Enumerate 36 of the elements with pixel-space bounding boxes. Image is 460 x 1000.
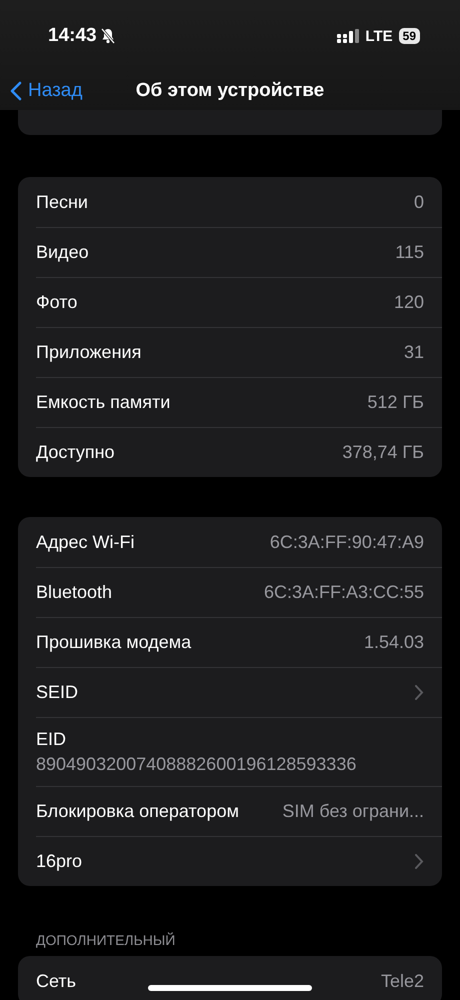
- row-label: Сеть: [36, 970, 76, 992]
- row-label: Доступно: [36, 442, 115, 463]
- section-header: ДОПОЛНИТЕЛЬНЫЙ: [35, 932, 176, 948]
- row-label: Блокировка оператором: [36, 801, 239, 822]
- status-time: 14:43: [48, 25, 97, 47]
- row-label: SEID: [36, 682, 78, 703]
- chevron-icon: [415, 685, 424, 700]
- row-label: Фото: [36, 292, 78, 313]
- row-label: Bluetooth: [36, 582, 112, 603]
- signal-icon: [337, 29, 360, 43]
- row-value: 89049032007408882600196128593336: [36, 754, 358, 775]
- chevron-icon: [415, 854, 424, 869]
- row-value: Tele2: [380, 970, 424, 992]
- back-chevron-icon: [10, 81, 22, 101]
- row-value: 115: [395, 242, 424, 263]
- row-value: 6C:3A:FF:A3:CC:55: [264, 582, 424, 603]
- row-label: Приложения: [36, 342, 142, 363]
- row-value: 120: [394, 292, 424, 313]
- network-type: LTE: [365, 28, 393, 44]
- row-label: Песни: [36, 192, 88, 212]
- back-link[interactable]: Назад: [0, 80, 82, 102]
- row-value: SIM без ограни...: [282, 801, 424, 822]
- row-label: Видео: [36, 242, 89, 263]
- row-label: 16pro: [36, 851, 82, 872]
- row-value: 31: [404, 342, 424, 363]
- row-value: 378,74 ГБ: [342, 442, 424, 463]
- row-label: Емкость памяти: [36, 392, 170, 413]
- row-label: Прошивка модема: [36, 632, 192, 653]
- row-label: Адрес Wi-Fi: [36, 532, 135, 552]
- row-label: EID: [36, 729, 68, 750]
- battery-level: 59: [398, 28, 420, 44]
- row-value: 1.54.03: [364, 632, 424, 653]
- row-value: 512 ГБ: [367, 392, 424, 413]
- screen-title: Об этом устройстве: [136, 80, 324, 102]
- row-value: 6C:3A:FF:90:47:A9: [270, 532, 424, 552]
- row-value: 0: [414, 192, 424, 212]
